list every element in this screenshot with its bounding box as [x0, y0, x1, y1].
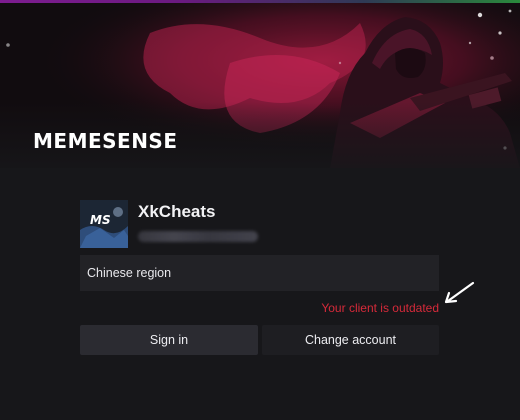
change-account-button[interactable]: Change account — [262, 325, 439, 355]
hero-banner: MEMESENSE — [0, 3, 520, 168]
email-redacted — [138, 231, 258, 242]
avatar-image: MS — [80, 200, 128, 248]
sign-in-button[interactable]: Sign in — [80, 325, 258, 355]
avatar-initials: MS — [90, 213, 111, 227]
avatar: MS — [80, 200, 128, 248]
username: XkCheats — [138, 202, 216, 221]
client-status-warning: Your client is outdated — [321, 301, 439, 315]
brand-logo: MEMESENSE — [33, 129, 178, 153]
profile-card: MS XkCheats — [80, 200, 440, 248]
region-select[interactable]: Chinese region — [80, 255, 439, 291]
arrow-pointer-icon — [444, 281, 475, 304]
launcher-window: MEMESENSE MS XkCheats Chinese region You… — [0, 0, 520, 420]
